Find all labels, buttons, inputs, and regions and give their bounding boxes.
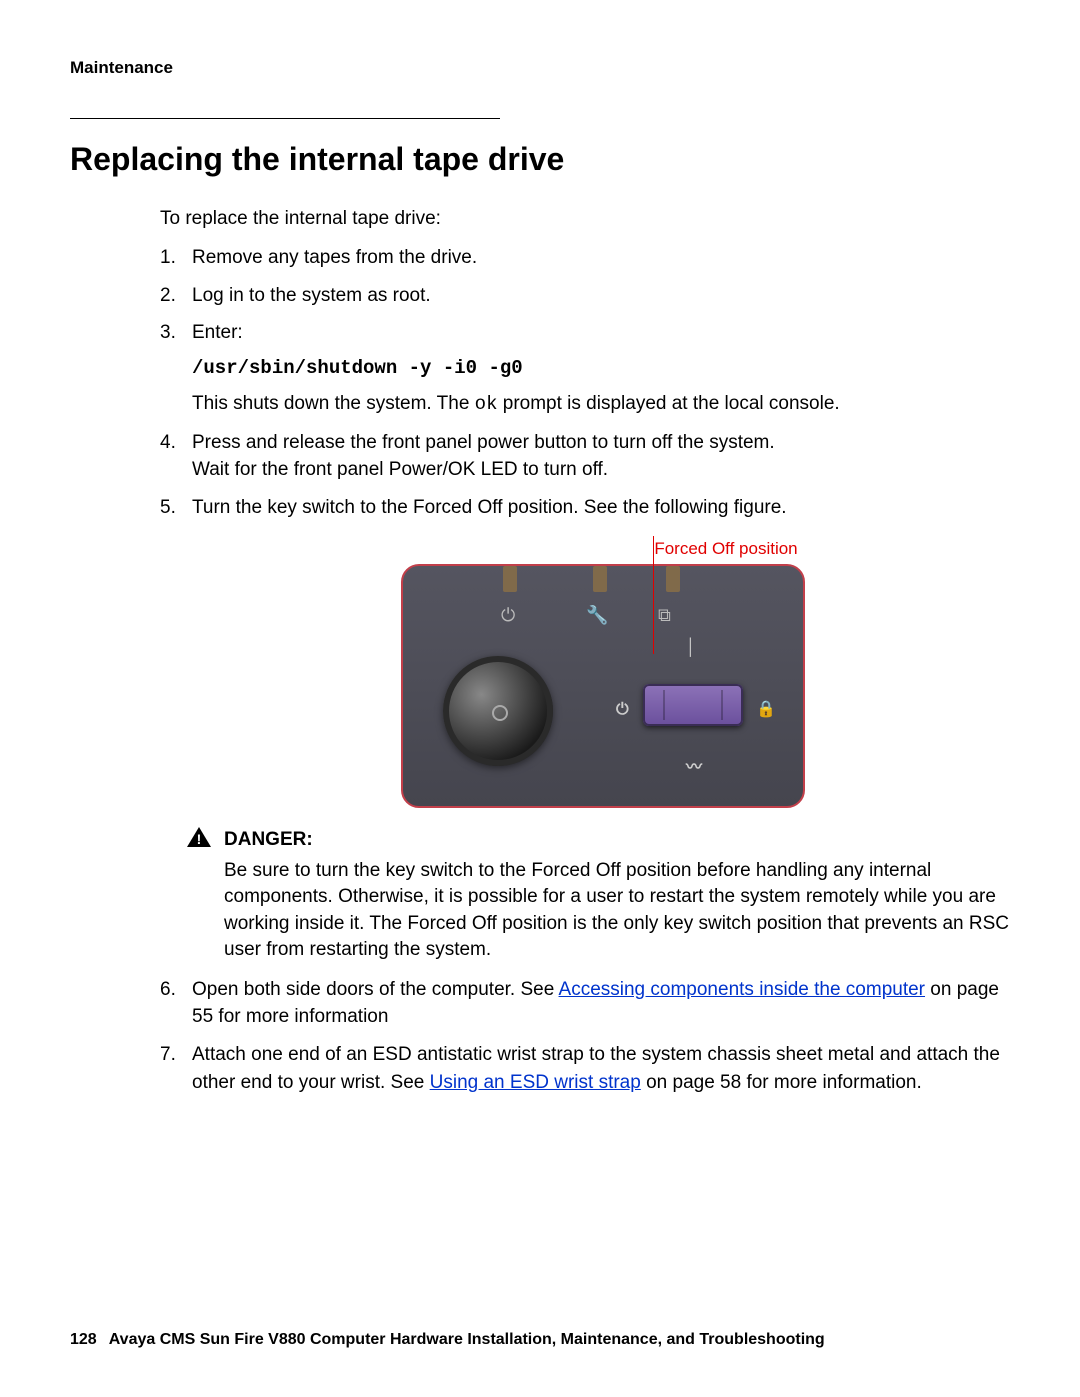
page-number: 128 [70, 1331, 97, 1349]
step-5-text: Turn the key switch to the Forced Off po… [192, 497, 787, 518]
step-4: 4. Press and release the front panel pow… [160, 429, 1010, 484]
ok-prompt: ok [475, 393, 498, 415]
step-5: 5.Turn the key switch to the Forced Off … [160, 494, 1010, 964]
step-2-text: Log in to the system as root. [192, 285, 431, 306]
svg-text:!: ! [197, 831, 202, 847]
link-accessing-components[interactable]: Accessing components inside the computer [559, 979, 925, 1000]
key-pos-locked-icon: 🔒 [756, 698, 776, 721]
panel-tab [593, 566, 607, 592]
step-3: 3. Enter: /usr/sbin/shutdown -y -i0 -g0 … [160, 319, 1010, 419]
footer-title: Avaya CMS Sun Fire V880 Computer Hardwar… [109, 1331, 825, 1348]
wrench-icon: 🔧 [586, 602, 608, 628]
step-6: 6. Open both side doors of the computer.… [160, 976, 1010, 1031]
key-pos-forced-off-icon: ⏻ [616, 698, 629, 721]
panel-tab [666, 566, 680, 592]
panel-tab [503, 566, 517, 592]
page-footer: 128 Avaya CMS Sun Fire V880 Computer Hard… [70, 1331, 1010, 1349]
figure-caption: Forced Off position [654, 537, 797, 562]
step-4-text-a: Press and release the front panel power … [192, 432, 775, 453]
step-2: 2.Log in to the system as root. [160, 282, 1010, 310]
danger-block: ! DANGER: Be sure to turn the key switch… [192, 826, 1010, 964]
figure: Forced Off position ⏻ 🔧 ⧉ [192, 535, 1010, 808]
link-esd-wrist-strap[interactable]: Using an ESD wrist strap [430, 1072, 641, 1093]
page-title: Replacing the internal tape drive [70, 141, 1010, 178]
section-header: Maintenance [70, 58, 1010, 78]
page: Maintenance Replacing the internal tape … [0, 0, 1080, 1397]
intro-text: To replace the internal tape drive: [160, 208, 1010, 230]
step-4-text-b: Wait for the front panel Power/OK LED to… [192, 459, 608, 480]
step-7: 7. Attach one end of an ESD antistatic w… [160, 1041, 1010, 1096]
danger-label: DANGER: [224, 829, 313, 850]
panel-icon-row: ⏻ 🔧 ⧉ [403, 602, 803, 626]
step-6-text-a: Open both side doors of the computer. Se… [192, 979, 559, 1000]
horizontal-rule [70, 118, 500, 119]
warning-icon: ! [186, 826, 212, 857]
key-knob [643, 684, 743, 726]
front-panel: ⏻ 🔧 ⧉ │ 🔒 ⏻ 〰 [401, 564, 805, 808]
step-3-desc-b: prompt is displayed at the local console… [497, 393, 839, 414]
step-3-desc-a: This shuts down the system. The [192, 393, 475, 414]
step-3-label: Enter: [192, 322, 243, 343]
step-3-command: /usr/sbin/shutdown -y -i0 -g0 [192, 355, 1010, 383]
power-icon: ⏻ [501, 602, 515, 628]
key-switch: │ 🔒 ⏻ 〰 [608, 636, 778, 776]
key-pos-normal-icon: │ [686, 636, 696, 659]
disk-icon: ⧉ [658, 602, 671, 628]
key-pos-diag-icon: 〰 [686, 756, 702, 779]
step-7-text-b: on page 58 for more information. [641, 1072, 922, 1093]
step-list: 1.Remove any tapes from the drive. 2.Log… [160, 244, 1010, 1096]
callout-line [653, 536, 654, 654]
power-button-dial [443, 656, 553, 766]
step-1-text: Remove any tapes from the drive. [192, 247, 477, 268]
danger-text: Be sure to turn the key switch to the Fo… [224, 858, 1010, 964]
step-1: 1.Remove any tapes from the drive. [160, 244, 1010, 272]
